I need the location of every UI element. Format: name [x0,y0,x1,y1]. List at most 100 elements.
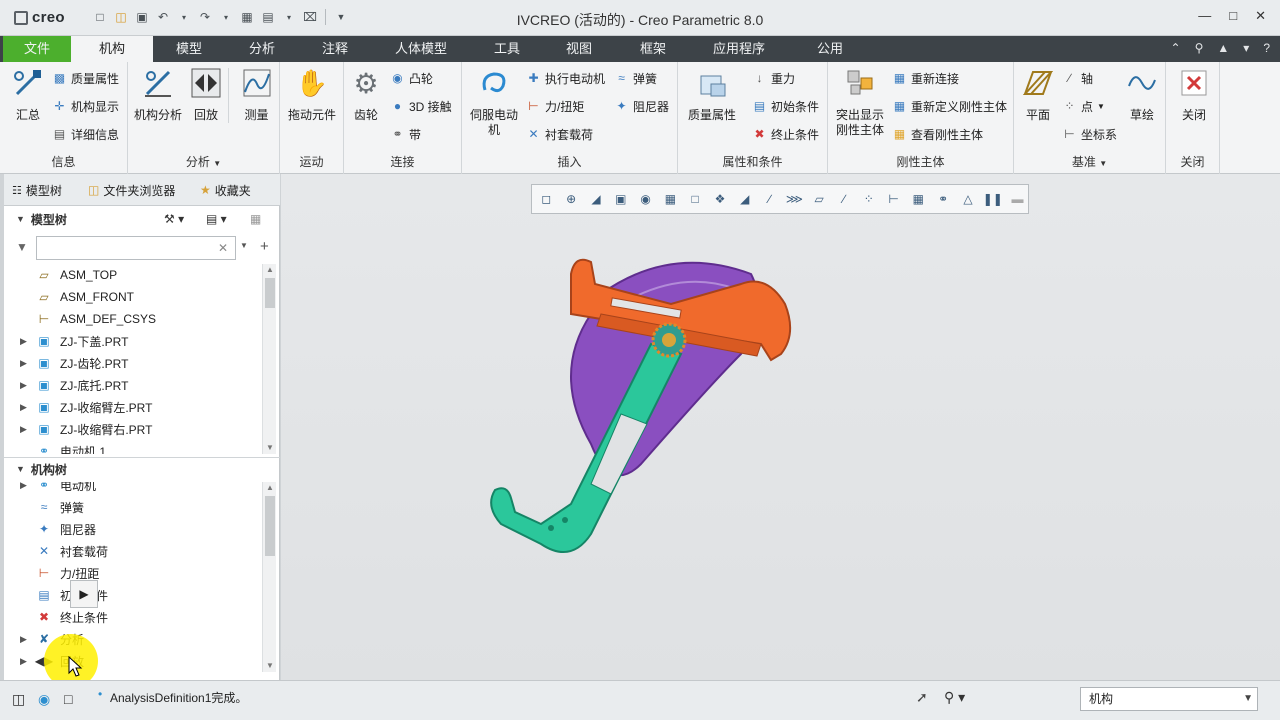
undo-dropdown-icon[interactable]: ▾ [176,9,192,25]
reconnect-button[interactable]: ▦ 重新连接 [892,68,959,88]
search-dropdown-icon[interactable]: ▼ [240,241,248,250]
collapse-ribbon-icon[interactable]: ⌃ [1171,41,1181,55]
windows-dropdown-icon[interactable]: ▾ [281,9,297,25]
plane-display-icon[interactable]: ▱ [809,188,830,210]
3d-model[interactable] [471,244,811,574]
maximize-icon[interactable]: □ [1229,8,1237,24]
termination-conditions-button[interactable]: ✖ 终止条件 [752,124,819,144]
tab-analysis[interactable]: 分析 [234,36,290,62]
initial-conditions-button[interactable]: ▤ 初始条件 [752,96,819,116]
tree-settings-icon[interactable]: ⚒ ▾ [164,212,184,226]
redefine-rigid-body-button[interactable]: ▦ 重新定义刚性主体 [892,96,1007,116]
mech-display-button[interactable]: ✛ 机构显示 [52,96,119,116]
highlight-rigid-body-button[interactable]: 突出显示 刚性主体 [830,68,890,138]
axis-button[interactable]: ∕ 轴 [1062,68,1093,88]
tab-applications[interactable]: 应用程序 [700,36,778,62]
annotation-display-icon[interactable]: ▦ [908,188,929,210]
navigator-toggle-icon[interactable]: ◫ [12,691,25,708]
new-file-icon[interactable]: □ [92,9,108,25]
tree-item[interactable]: ▶ ▣ ZJ-收缩臂左.PRT [4,396,266,418]
view-manager-icon[interactable]: □ [685,188,706,210]
add-filter-icon[interactable]: + [260,238,269,255]
tab-manikin[interactable]: 人体模型 [380,36,462,62]
display-style-icon[interactable]: ◉ [635,188,656,210]
mass-props-info-button[interactable]: ▩ 质量属性 [52,68,119,88]
close-mechanism-button[interactable]: 关闭 [1166,68,1222,123]
tab-folder-browser[interactable]: ◫ 文件夹浏览器 [88,180,175,200]
belt-button[interactable]: ⚭ 带 [390,124,421,144]
mass-properties-button[interactable]: 质量属性 [682,68,742,123]
scroll-down-icon[interactable]: ▼ [263,442,277,454]
tree-item[interactable]: ▶ ▣ ZJ-下盖.PRT [4,330,266,352]
gear-button[interactable]: ⚙ 齿轮 [338,68,394,123]
filter-combo[interactable]: 机构 ▼ [1080,687,1258,711]
tree-item[interactable]: ✕ 衬套载荷 [4,540,266,562]
spring-button[interactable]: ≈ 弹簧 [614,68,657,88]
expand-icon[interactable]: ▶ [20,424,27,435]
point-display-icon[interactable]: ∕ [834,188,855,210]
model-tree-header[interactable]: ▼ 模型树 ⚒ ▾ ▤ ▾ ▦ [4,208,280,230]
zoom-out-icon[interactable]: ◢ [586,188,607,210]
undo-icon[interactable]: ↶ [155,9,171,25]
tree-item[interactable]: ⊢ ASM_DEF_CSYS [4,308,266,330]
graphics-window[interactable]: ◻ ⊕ ◢ ▣ ◉ ▦ □ ❖ ◢ ∕ ⋙ ▱ ∕ ⁘ ⊢ ▦ ⚭ △ ❚❚ ▬ [281,174,1280,680]
tree-item[interactable]: ▶ ▣ ZJ-底托.PRT [4,374,266,396]
browser-toggle-icon[interactable]: ◉ [38,691,50,708]
minimize-icon[interactable]: — [1198,8,1211,24]
summary-button[interactable]: 汇总 [0,68,56,123]
gravity-button[interactable]: ↓ 重力 [752,68,796,88]
tab-mechanism[interactable]: 机构 [71,36,153,62]
sketch-button[interactable]: 草绘 [1114,68,1170,123]
csys-display-icon[interactable]: ⁘ [858,188,879,210]
csys-button[interactable]: ⊢ 坐标系 [1062,124,1117,144]
model-tree-scrollbar[interactable]: ▲ ▼ [262,264,276,454]
tree-item[interactable]: ▶ ▣ ZJ-齿轮.PRT [4,352,266,374]
tree-item[interactable]: ✖ 终止条件 [4,606,266,628]
customize-dropdown-icon[interactable]: ▼ [333,9,349,25]
pause-icon[interactable]: ❚❚ [982,188,1003,210]
bushing-load-button[interactable]: ✕ 衬套载荷 [526,124,593,144]
datum-display-icon[interactable]: ∕ [759,188,780,210]
plane-button[interactable]: 平面 [1010,68,1066,123]
tab-framework[interactable]: 框架 [624,36,682,62]
group-label-datum[interactable]: 基准 ▼ [1014,153,1165,170]
tree-item[interactable]: ▶ ⚭ 电动机 [4,482,266,496]
expand-icon[interactable]: ▶ [20,656,27,667]
scroll-down-icon[interactable]: ▼ [263,660,277,672]
close-icon[interactable]: ✕ [1255,8,1266,24]
point-button[interactable]: ⁘ 点 ▼ [1062,96,1104,116]
tab-model-tree[interactable]: ☷ 模型树 [12,180,62,200]
clear-search-icon[interactable]: ✕ [218,241,228,255]
force-torque-button[interactable]: ⊢ 力/扭矩 [526,96,584,116]
mech-display-icon[interactable]: ⚭ [933,188,954,210]
spin-center-icon[interactable]: △ [958,188,979,210]
redo-dropdown-icon[interactable]: ▾ [218,9,234,25]
expand-icon[interactable]: ▶ [20,482,27,491]
open-folder-icon[interactable]: ◫ [113,9,129,25]
tab-tools[interactable]: 工具 [480,36,534,62]
playback-button[interactable]: 回放 [178,68,234,123]
tree-item[interactable]: ⊢ 力/扭距 [4,562,266,584]
tree-item[interactable]: ▶✘分析 [4,628,266,650]
selection-icon[interactable]: ➚ [916,689,928,706]
tag-display-icon[interactable]: ⊢ [883,188,904,210]
tab-favorites[interactable]: ★ 收藏夹 [200,180,251,200]
help-icon[interactable]: ? [1263,41,1270,55]
perspective-icon[interactable]: ❖ [710,188,731,210]
details-button[interactable]: ▤ 详细信息 [52,124,119,144]
help-dropdown-icon[interactable]: ▾ [1243,41,1249,55]
expand-icon[interactable]: ▶ [20,634,27,645]
fullscreen-icon[interactable]: □ [64,691,72,707]
cam-button[interactable]: ◉ 凸轮 [390,68,433,88]
close-window-icon[interactable]: ⌧ [302,9,318,25]
tree-item[interactable]: ▶ ▣ ZJ-收缩臂右.PRT [4,418,266,440]
mech-tree-scrollbar[interactable]: ▲ ▼ [262,482,276,672]
view-rigid-body-button[interactable]: ▦ 查看刚性主体 [892,124,983,144]
stop-animation-icon[interactable]: ▬ [1007,188,1028,210]
windows-icon[interactable]: ▤ [260,9,276,25]
measure-button[interactable]: 测量 [228,68,284,123]
group-label-analysis[interactable]: 分析 ▼ [128,153,279,170]
tree-item[interactable]: ▱ ASM_TOP [4,264,266,286]
redo-icon[interactable]: ↷ [197,9,213,25]
tree-filter-settings-icon[interactable]: ▦ [250,212,261,226]
